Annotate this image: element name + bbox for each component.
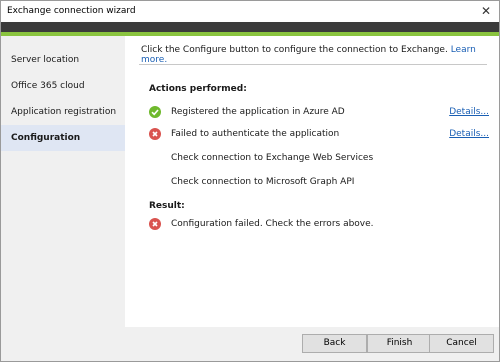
result-heading: Result: <box>149 201 185 211</box>
action-text: Registered the application in Azure AD <box>171 107 345 117</box>
sidebar-item-server-location[interactable]: Server location <box>1 47 125 73</box>
finish-button[interactable]: Finish <box>367 334 432 353</box>
back-button[interactable]: Back <box>302 334 367 353</box>
sidebar-item-application-registration[interactable]: Application registration <box>1 99 125 125</box>
action-text: Check connection to Microsoft Graph API <box>171 177 355 187</box>
action-row: Check connection to Microsoft Graph API <box>149 176 489 190</box>
intro-text: Click the Configure button to configure … <box>141 45 448 55</box>
title-bar: Exchange connection wizard ✕ <box>1 1 499 22</box>
result-row: Configuration failed. Check the errors a… <box>149 218 489 232</box>
check-circle-icon <box>149 106 161 118</box>
cancel-button[interactable]: Cancel <box>429 334 494 353</box>
wizard-window: Exchange connection wizard ✕ Server loca… <box>0 0 500 362</box>
error-circle-icon <box>149 218 161 230</box>
sidebar: Server location Office 365 cloud Applica… <box>1 36 125 327</box>
sidebar-item-office-365-cloud[interactable]: Office 365 cloud <box>1 73 125 99</box>
footer-bar: Back Finish Cancel <box>1 327 499 361</box>
intro-line: Click the Configure button to configure … <box>141 45 499 65</box>
header-band <box>1 22 499 32</box>
sidebar-item-configuration[interactable]: Configuration <box>1 125 125 151</box>
window-title: Exchange connection wizard <box>7 6 136 16</box>
result-text: Configuration failed. Check the errors a… <box>171 219 374 229</box>
action-row: Registered the application in Azure AD D… <box>149 106 489 120</box>
error-circle-icon <box>149 128 161 140</box>
action-row: Check connection to Exchange Web Service… <box>149 152 489 166</box>
actions-heading: Actions performed: <box>149 84 247 94</box>
divider <box>139 64 487 65</box>
close-button[interactable]: ✕ <box>477 3 495 20</box>
details-link[interactable]: Details... <box>449 107 489 117</box>
action-text: Check connection to Exchange Web Service… <box>171 153 374 163</box>
details-link[interactable]: Details... <box>449 129 489 139</box>
action-row: Failed to authenticate the application D… <box>149 128 489 142</box>
action-text: Failed to authenticate the application <box>171 129 340 139</box>
main-panel: Click the Configure button to configure … <box>125 36 499 327</box>
